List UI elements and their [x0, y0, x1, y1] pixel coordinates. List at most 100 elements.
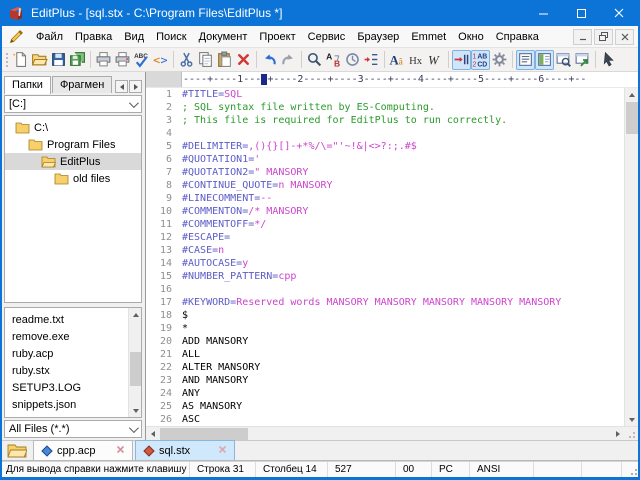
window-resize-grip[interactable]: [627, 465, 637, 475]
minimize-button[interactable]: [524, 0, 562, 26]
scroll-right-icon[interactable]: [611, 427, 624, 440]
code-text: #NUMBER_PATTERN=cpp: [174, 270, 296, 283]
file-item-remove-exe[interactable]: remove.exe: [5, 328, 141, 345]
open-file-button[interactable]: [30, 50, 49, 70]
goto-line-button[interactable]: [362, 50, 381, 70]
vertical-scrollbar[interactable]: [624, 88, 638, 426]
spell-check-button[interactable]: ABC: [132, 50, 151, 70]
drive-selector[interactable]: [C:]: [4, 95, 142, 113]
maximize-button[interactable]: [562, 0, 600, 26]
file-item-ruby-acp[interactable]: ruby.acp: [5, 345, 141, 362]
menu-item-файл[interactable]: Файл: [30, 26, 69, 47]
copy-button[interactable]: [196, 50, 215, 70]
file-item-setup3-log[interactable]: SETUP3.LOG: [5, 379, 141, 396]
file-item-snippets-json[interactable]: snippets.json: [5, 396, 141, 413]
svg-text:A: A: [326, 52, 332, 62]
menu-item-сервис[interactable]: Сервис: [302, 26, 352, 47]
scroll-down-icon[interactable]: [625, 413, 638, 426]
menu-item-emmet[interactable]: Emmet: [405, 26, 452, 47]
browser-preview-button[interactable]: [554, 50, 573, 70]
tree-item-programfiles[interactable]: Program Files: [5, 136, 141, 153]
close-tab-icon[interactable]: [116, 445, 125, 457]
close-button[interactable]: [600, 0, 638, 26]
folder-icon: [28, 138, 43, 151]
scrollbar-thumb[interactable]: [160, 428, 248, 440]
code-text: #CONTINUE_QUOTE=n MANSORY: [174, 179, 333, 192]
scroll-right-icon[interactable]: [129, 80, 142, 93]
mdi-restore-button[interactable]: [594, 29, 613, 45]
code-line: 9#LINECOMMENT=--: [146, 192, 624, 205]
undo-button[interactable]: [260, 50, 279, 70]
text-editing-area[interactable]: 1#TITLE=SQL2; SQL syntax file written by…: [146, 88, 624, 426]
sidebar-tab-папки[interactable]: Папки: [4, 76, 51, 94]
scroll-down-icon[interactable]: [129, 404, 142, 417]
menu-item-проект[interactable]: Проект: [253, 26, 301, 47]
delete-button[interactable]: [234, 50, 253, 70]
print-preview-button[interactable]: [94, 50, 113, 70]
menu-item-поиск[interactable]: Поиск: [150, 26, 192, 47]
sidebar-tab-фрагмен[interactable]: Фрагмен: [52, 76, 112, 93]
file-item-readme-txt[interactable]: readme.txt: [5, 311, 141, 328]
code-text: #TITLE=SQL: [174, 88, 242, 101]
tree-item-c[interactable]: C:\: [5, 119, 141, 136]
toolbar-drag-handle[interactable]: [4, 51, 9, 69]
print-button[interactable]: [113, 50, 132, 70]
column-ruler: ----+----1----+----2----+----3----+----4…: [146, 72, 638, 88]
status-extra-1: [534, 462, 582, 477]
cut-button[interactable]: [177, 50, 196, 70]
status-length: 527: [328, 462, 396, 477]
save-all-button[interactable]: [68, 50, 87, 70]
scrollbar-thumb[interactable]: [626, 102, 638, 134]
code-text: ANY: [174, 387, 200, 400]
find-session-button[interactable]: [343, 50, 362, 70]
file-item-ruby-stx[interactable]: ruby.stx: [5, 362, 141, 379]
menu-item-браузер[interactable]: Браузер: [351, 26, 405, 47]
document-tab-cpp-acp[interactable]: cpp.acp: [33, 440, 133, 460]
document-tab-sql-stx[interactable]: sql.stx: [135, 440, 235, 460]
file-list-scrollbar[interactable]: [128, 308, 141, 417]
select-mode-button[interactable]: [599, 50, 618, 70]
view-in-browser-button[interactable]: <>: [151, 50, 170, 70]
line-number: 25: [146, 400, 174, 413]
preferences-button[interactable]: [490, 50, 509, 70]
scrollbar-thumb[interactable]: [130, 352, 141, 386]
select-mode-icon: [600, 51, 617, 68]
tree-item-oldfiles[interactable]: old files: [5, 170, 141, 187]
mdi-close-button[interactable]: [615, 29, 634, 45]
find-button[interactable]: [305, 50, 324, 70]
redo-button[interactable]: [279, 50, 298, 70]
open-in-browser-button[interactable]: [573, 50, 592, 70]
replace-button[interactable]: AB: [324, 50, 343, 70]
word-wrap-button[interactable]: W: [426, 50, 445, 70]
scroll-up-icon[interactable]: [625, 88, 638, 101]
scroll-left-icon[interactable]: [146, 427, 159, 440]
set-font-icon: Aã: [389, 51, 406, 68]
save-file-button[interactable]: [49, 50, 68, 70]
set-font-button[interactable]: Aã: [388, 50, 407, 70]
auto-completion-button[interactable]: 1AB2CD: [471, 50, 490, 70]
side-panel-button[interactable]: [535, 50, 554, 70]
horizontal-scrollbar[interactable]: [146, 426, 638, 440]
paste-button[interactable]: [215, 50, 234, 70]
menu-item-документ[interactable]: Документ: [193, 26, 254, 47]
line-number: 1: [146, 88, 174, 101]
tree-item-editplus[interactable]: EditPlus: [5, 153, 141, 170]
close-tab-icon[interactable]: [218, 445, 227, 457]
line-number: 6: [146, 153, 174, 166]
menu-item-правка[interactable]: Правка: [69, 26, 118, 47]
menu-item-вид[interactable]: Вид: [118, 26, 150, 47]
svg-text:AB: AB: [477, 53, 487, 60]
new-file-button[interactable]: [11, 50, 30, 70]
scroll-up-icon[interactable]: [129, 308, 142, 321]
toolbar-separator: [256, 51, 257, 68]
menu-item-справка[interactable]: Справка: [490, 26, 545, 47]
tab-settings-button[interactable]: [452, 50, 471, 70]
folder-icon[interactable]: [7, 442, 27, 458]
document-list-button[interactable]: [516, 50, 535, 70]
hex-viewer-button[interactable]: Hx: [407, 50, 426, 70]
toolbar-separator: [173, 51, 174, 68]
file-filter-selector[interactable]: All Files (*.*): [4, 420, 142, 438]
mdi-minimize-button[interactable]: [573, 29, 592, 45]
menu-item-окно[interactable]: Окно: [452, 26, 490, 47]
scroll-left-icon[interactable]: [115, 80, 128, 93]
